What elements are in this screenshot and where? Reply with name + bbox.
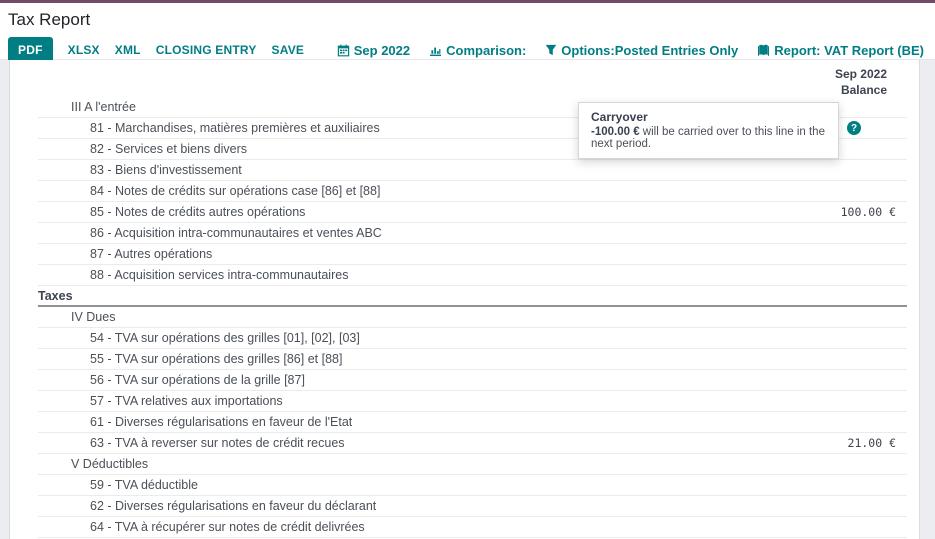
table-row[interactable]: 85 - Notes de crédits autres opérations 1… [38,202,907,223]
table-row[interactable]: 83 - Biens d'investissement [38,160,907,181]
table-row[interactable]: 64 - TVA à récupérer sur notes de crédit… [38,517,907,538]
control-panel: Tax Report PDF XLSX XML CLOSING ENTRY SA… [0,3,935,60]
table-row[interactable]: 87 - Autres opérations [38,244,907,265]
row-label: 64 - TVA à récupérer sur notes de crédit… [38,520,365,534]
row-label: 85 - Notes de crédits autres opérations [38,205,305,219]
table-row[interactable]: 56 - TVA sur opérations de la grille [87… [38,370,907,391]
row-label: 61 - Diverses régularisations en faveur … [38,415,352,429]
report-filter-label: Report: VAT Report (BE) [774,43,924,58]
book-icon [757,44,770,57]
calendar-icon [337,44,350,57]
row-label: 57 - TVA relatives aux importations [38,394,283,408]
filter-bar: Sep 2022 Comparison: Options:Posted Entr… [337,43,927,58]
row-label: 62 - Diverses régularisations en faveur … [38,499,376,513]
table-row[interactable]: V Déductibles [38,454,907,475]
row-label: 63 - TVA à reverser sur notes de crédit … [38,436,345,450]
row-label: Taxes [38,289,73,303]
table-row[interactable]: 61 - Diverses régularisations en faveur … [38,412,907,433]
column-headers: Sep 2022 Balance [10,60,919,97]
table-row[interactable]: 55 - TVA sur opérations des grilles [86]… [38,349,907,370]
table-row[interactable]: Taxes [38,286,907,307]
carryover-tooltip: Carryover -100.00 € will be carried over… [578,102,839,159]
row-label: III A l'entrée [38,100,136,114]
column-header-period: Sep 2022 [10,66,887,82]
table-row[interactable]: 57 - TVA relatives aux importations [38,391,907,412]
row-label: 86 - Acquisition intra-communautaires et… [38,226,382,240]
row-label: IV Dues [38,310,115,324]
table-row[interactable]: IV Dues [38,307,907,328]
row-label: 59 - TVA déductible [38,478,198,492]
table-row[interactable]: 62 - Diverses régularisations en faveur … [38,496,907,517]
table-row[interactable]: 59 - TVA déductible [38,475,907,496]
carryover-help-icon[interactable]: ? [847,121,861,135]
row-label: 55 - TVA sur opérations des grilles [86]… [38,352,342,366]
filter-icon [545,44,557,56]
table-row[interactable]: 63 - TVA à reverser sur notes de crédit … [38,433,907,454]
page-title: Tax Report [8,10,927,30]
row-label: 83 - Biens d'investissement [38,163,242,177]
row-value: 100.00 € [841,205,907,219]
table-row[interactable]: 86 - Acquisition intra-communautaires et… [38,223,907,244]
options-filter[interactable]: Options:Posted Entries Only [545,43,738,58]
row-label: V Déductibles [38,457,148,471]
report-filter[interactable]: Report: VAT Report (BE) [757,43,924,58]
row-label: 82 - Services et biens divers [38,142,247,156]
table-row[interactable]: 54 - TVA sur opérations des grilles [01]… [38,328,907,349]
period-filter-label: Sep 2022 [354,43,410,58]
tooltip-text: -100.00 € will be carried over to this l… [591,126,826,150]
comparison-filter-label: Comparison: [446,43,526,58]
table-row[interactable]: 84 - Notes de crédits sur opérations cas… [38,181,907,202]
row-label: 54 - TVA sur opérations des grilles [01]… [38,331,360,345]
options-filter-label: Options:Posted Entries Only [561,43,738,58]
comparison-filter[interactable]: Comparison: [429,43,526,58]
row-label: 56 - TVA sur opérations de la grille [87… [38,373,305,387]
bar-chart-icon [429,44,442,57]
row-label: 88 - Acquisition services intra-communau… [38,268,348,282]
table-body: III A l'entrée 81 - Marchandises, matière… [10,97,919,538]
row-label: 81 - Marchandises, matières premières et… [38,121,380,135]
tooltip-title: Carryover [591,110,826,124]
row-label: 84 - Notes de crédits sur opérations cas… [38,184,380,198]
row-value: 21.00 € [848,436,907,450]
tooltip-amount: -100.00 € [591,126,640,138]
column-header-balance: Balance [10,82,887,98]
period-filter[interactable]: Sep 2022 [337,43,410,58]
table-row[interactable]: 88 - Acquisition services intra-communau… [38,265,907,286]
row-label: 87 - Autres opérations [38,247,212,261]
